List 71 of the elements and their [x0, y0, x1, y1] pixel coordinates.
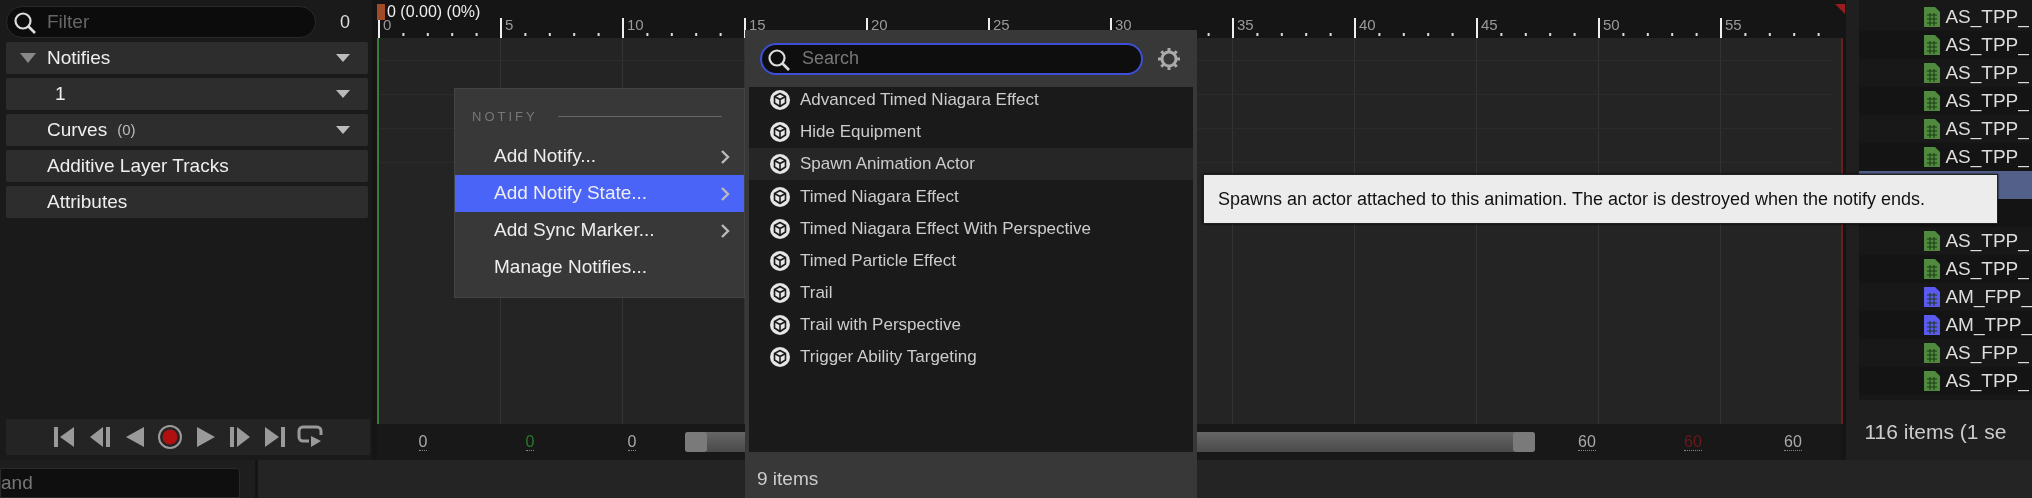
frame-number-field[interactable]: 60: [1562, 430, 1612, 454]
notify-state-item[interactable]: Trigger Ability Targeting: [749, 344, 1193, 369]
search-field[interactable]: Search: [760, 42, 1143, 75]
asset-row[interactable]: AS_FPP_: [1859, 339, 2032, 367]
menu-item[interactable]: Manage Notifies...: [455, 249, 744, 286]
notify-state-item[interactable]: Spawn Animation Actor: [749, 148, 1193, 180]
tick-label: 35: [1237, 15, 1254, 35]
filter-count: 0: [340, 10, 350, 34]
track-header[interactable]: 1: [6, 78, 368, 110]
notify-state-item[interactable]: Timed Niagara Effect With Perspective: [749, 216, 1193, 241]
asset-row[interactable]: AS_TPP_: [1859, 115, 2032, 143]
frame-number-field[interactable]: 0: [607, 430, 657, 454]
asset-row[interactable]: AM_FPP_: [1859, 283, 2032, 311]
asset-row[interactable]: AM_TPP_: [1859, 311, 2032, 339]
cube-icon: [769, 249, 791, 272]
asset-row[interactable]: AS_TPP_: [1859, 143, 2032, 171]
tick-label: 50: [1603, 15, 1620, 35]
notify-state-item[interactable]: Hide Equipment: [749, 119, 1193, 144]
frame-number-field[interactable]: 0: [398, 430, 448, 454]
notify-state-item[interactable]: Timed Particle Effect: [749, 248, 1193, 273]
track-header[interactable]: Notifies: [6, 42, 368, 74]
asset-row[interactable]: AS_TPP_: [1859, 367, 2032, 395]
asset-row[interactable]: AS_TPP_: [1859, 227, 2032, 255]
playhead-marker[interactable]: [377, 4, 385, 20]
tooltip: Spawns an actor attached to this animation. The actor is destroyed when the notify ends.: [1203, 174, 1998, 224]
frame-number-field[interactable]: 60: [1768, 430, 1818, 454]
tick-label: 45: [1481, 15, 1498, 35]
filter-field[interactable]: Filter: [6, 6, 316, 38]
menu-item[interactable]: Add Notify State...: [455, 175, 744, 212]
settings-icon[interactable]: [1157, 46, 1181, 71]
cube-icon: [769, 120, 791, 143]
cube-icon: [769, 185, 791, 208]
notify-state-item[interactable]: Trail: [749, 280, 1193, 305]
track-header[interactable]: Attributes: [6, 186, 368, 218]
cube-icon: [769, 153, 791, 175]
asset-row[interactable]: AS_TPP_: [1859, 59, 2032, 87]
item-count: 116 items (1 se: [1864, 419, 2008, 445]
tick-label: 15: [749, 15, 766, 35]
tick-label: 10: [627, 15, 644, 35]
item-count: 9 items: [757, 467, 820, 491]
record-icon[interactable]: [157, 423, 183, 451]
tick-label: 25: [993, 15, 1010, 35]
notify-state-item[interactable]: Timed Niagara Effect: [749, 184, 1193, 209]
track-header[interactable]: Additive Layer Tracks: [6, 150, 368, 182]
end-marker: [1835, 4, 1845, 14]
tick-label: 5: [505, 15, 514, 35]
asset-row[interactable]: AS_TPP_: [1859, 87, 2032, 115]
asset-row[interactable]: AS_TPP_: [1859, 3, 2032, 31]
console-input-field[interactable]: and: [0, 468, 240, 498]
caret-icon[interactable]: [336, 54, 350, 62]
notify-state-item[interactable]: Advanced Timed Niagara Effect: [749, 87, 1193, 112]
tick-label: 40: [1359, 15, 1376, 35]
tick-label: 55: [1725, 15, 1742, 35]
search-icon: [767, 47, 791, 72]
track-header[interactable]: Curves (0): [6, 114, 368, 146]
cube-icon: [769, 281, 791, 304]
menu-item[interactable]: Add Notify...: [455, 138, 744, 175]
expand-triangle-icon[interactable]: [20, 53, 36, 63]
menu-item[interactable]: Add Sync Marker...: [455, 212, 744, 249]
caret-icon[interactable]: [336, 90, 350, 98]
cube-icon: [769, 345, 791, 368]
asset-row[interactable]: AS_TPP_: [1859, 255, 2032, 283]
search-icon: [13, 11, 37, 35]
menu-section-header: NOTIFY: [472, 107, 538, 126]
asset-row[interactable]: AS_TPP_: [1859, 31, 2032, 59]
cube-icon: [769, 217, 791, 240]
caret-icon[interactable]: [336, 126, 350, 134]
tick-label: 20: [871, 15, 888, 35]
notify-state-item[interactable]: Trail with Perspective: [749, 312, 1193, 337]
tick-label: 30: [1115, 15, 1132, 35]
cube-icon: [769, 313, 791, 336]
